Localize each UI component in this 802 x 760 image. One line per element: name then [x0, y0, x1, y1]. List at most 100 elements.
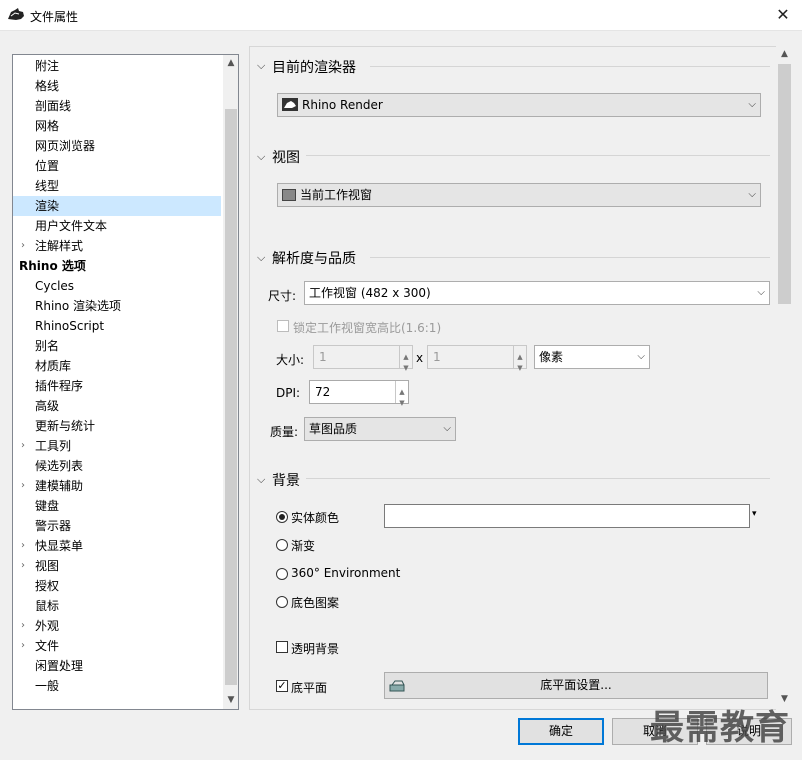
content-scroll-thumb[interactable]	[778, 64, 791, 304]
tree-item[interactable]: Cycles	[13, 276, 221, 296]
scroll-up-icon[interactable]: ▲	[776, 46, 793, 63]
tree-item[interactable]: 网页浏览器	[13, 136, 221, 156]
expand-arrow-icon[interactable]: ›	[21, 636, 31, 656]
ground-plane-settings-button[interactable]: 底平面设置...	[384, 672, 768, 699]
tree-item-label: 渲染	[35, 199, 60, 213]
color-dropdown-icon[interactable]: ▾	[752, 509, 757, 519]
expand-arrow-icon[interactable]: ›	[21, 616, 31, 636]
chevron-down-icon: ⌵	[443, 423, 451, 434]
tree-item[interactable]: 别名	[13, 336, 221, 356]
view-select[interactable]: 当前工作视窗 ⌵	[277, 183, 761, 207]
spin-up-icon[interactable]: ▲	[513, 346, 526, 361]
chevron-down-icon[interactable]: ⌵	[257, 59, 265, 73]
spin-down-icon[interactable]: ▼	[395, 392, 408, 407]
tree-item[interactable]: › 注解样式	[13, 236, 221, 256]
expand-arrow-icon[interactable]: ›	[21, 476, 31, 496]
ground-plane-label: 底平面	[291, 681, 328, 695]
quality-select[interactable]: 草图品质 ⌵	[304, 417, 456, 441]
tree-item[interactable]: › 快显菜单	[13, 536, 221, 556]
spin-up-icon[interactable]: ▲	[395, 381, 408, 396]
tree-scrollbar[interactable]: ▲ ▼	[223, 55, 238, 709]
spin-down-icon[interactable]: ▼	[399, 357, 412, 372]
times-sign: x	[416, 351, 424, 365]
transparent-checkbox[interactable]	[276, 641, 288, 653]
tree-item[interactable]: › 工具列	[13, 436, 221, 456]
tree-item-label: 一般	[35, 679, 60, 693]
ok-button[interactable]: 确定	[518, 718, 604, 745]
close-button[interactable]: ✕	[770, 3, 796, 27]
tree-item[interactable]: 用户文件文本	[13, 216, 221, 236]
renderer-select[interactable]: Rhino Render ⌵	[277, 93, 761, 117]
tree-item[interactable]: 一般	[13, 676, 221, 696]
tree-item[interactable]: 闲置处理	[13, 656, 221, 676]
tree-item[interactable]: Rhino 选项	[13, 256, 221, 276]
section-divider	[370, 66, 770, 67]
expand-arrow-icon[interactable]: ›	[21, 556, 31, 576]
tree-item[interactable]: 键盘	[13, 496, 221, 516]
expand-arrow-icon[interactable]: ›	[21, 236, 31, 256]
rhino-app-icon	[7, 7, 25, 23]
tree-item[interactable]: 剖面线	[13, 96, 221, 116]
wallpaper-radio[interactable]	[276, 596, 288, 608]
lock-aspect-checkbox[interactable]	[277, 320, 289, 332]
background-color-swatch[interactable]	[384, 504, 750, 528]
tree-item[interactable]: › 视图	[13, 556, 221, 576]
tree-item[interactable]: 鼠标	[13, 596, 221, 616]
expand-arrow-icon[interactable]: ›	[21, 436, 31, 456]
content-scrollbar[interactable]: ▲ ▼	[776, 46, 793, 710]
gradient-radio[interactable]	[276, 539, 288, 551]
tree-scroll-thumb[interactable]	[225, 109, 237, 685]
tree-item-label: 文件	[35, 639, 60, 653]
tree-item-label: 候选列表	[35, 459, 84, 473]
tree-item[interactable]: 线型	[13, 176, 221, 196]
dimensions-label: 大小:	[276, 353, 305, 367]
wallpaper-label: 底色图案	[291, 596, 340, 610]
size-select[interactable]: 工作视窗 (482 x 300) ⌵	[304, 281, 770, 305]
scroll-down-icon[interactable]: ▼	[223, 692, 238, 709]
scroll-up-icon[interactable]: ▲	[223, 55, 238, 72]
tree-item[interactable]: 格线	[13, 76, 221, 96]
tree-item-label: 网页浏览器	[35, 139, 96, 153]
tree-item[interactable]: Rhino 渲染选项	[13, 296, 221, 316]
solid-color-label: 实体颜色	[291, 511, 340, 525]
tree-item[interactable]: 材质库	[13, 356, 221, 376]
tree-item-label: Rhino 渲染选项	[35, 299, 122, 313]
gradient-label: 渐变	[291, 539, 316, 553]
tree-item[interactable]: 高级	[13, 396, 221, 416]
expand-arrow-icon[interactable]: ›	[21, 536, 31, 556]
tree-item-label: 用户文件文本	[35, 219, 108, 233]
tree-item[interactable]: › 建模辅助	[13, 476, 221, 496]
spin-down-icon[interactable]: ▼	[513, 357, 526, 372]
chevron-down-icon[interactable]: ⌵	[257, 150, 265, 164]
dpi-label: DPI:	[276, 386, 301, 400]
tree-item[interactable]: › 文件	[13, 636, 221, 656]
tree-item[interactable]: 更新与统计	[13, 416, 221, 436]
chevron-down-icon: ⌵	[757, 287, 765, 298]
tree-item-label: 别名	[35, 339, 60, 353]
tree-item[interactable]: 位置	[13, 156, 221, 176]
dpi-input[interactable]: 72 ▲ ▼	[309, 380, 409, 407]
unit-select[interactable]: 像素 ⌵	[534, 345, 650, 369]
tree-item[interactable]: 插件程序	[13, 376, 221, 396]
tree-item[interactable]: 候选列表	[13, 456, 221, 476]
spin-up-icon[interactable]: ▲	[399, 346, 412, 361]
tree-item[interactable]: 授权	[13, 576, 221, 596]
size-label: 尺寸:	[268, 289, 297, 303]
tree-item[interactable]: 警示器	[13, 516, 221, 536]
width-input[interactable]: 1 ▲ ▼	[313, 345, 413, 372]
environment-radio[interactable]	[276, 568, 288, 580]
tree-item[interactable]: 网格	[13, 116, 221, 136]
chevron-down-icon[interactable]: ⌵	[257, 473, 265, 487]
ground-plane-checkbox[interactable]: ✓	[276, 680, 288, 692]
tree-item[interactable]: 渲染	[13, 196, 221, 216]
solid-color-radio[interactable]	[276, 511, 288, 523]
tree-item-label: 注解样式	[35, 239, 84, 253]
quality-value: 草图品质	[309, 422, 358, 436]
tree-item-label: 高级	[35, 399, 60, 413]
tree-item[interactable]: RhinoScript	[13, 316, 221, 336]
tree-item[interactable]: › 外观	[13, 616, 221, 636]
chevron-down-icon[interactable]: ⌵	[257, 251, 265, 265]
width-value: 1	[319, 350, 327, 364]
tree-item[interactable]: 附注	[13, 56, 221, 76]
height-input[interactable]: 1 ▲ ▼	[427, 345, 527, 372]
